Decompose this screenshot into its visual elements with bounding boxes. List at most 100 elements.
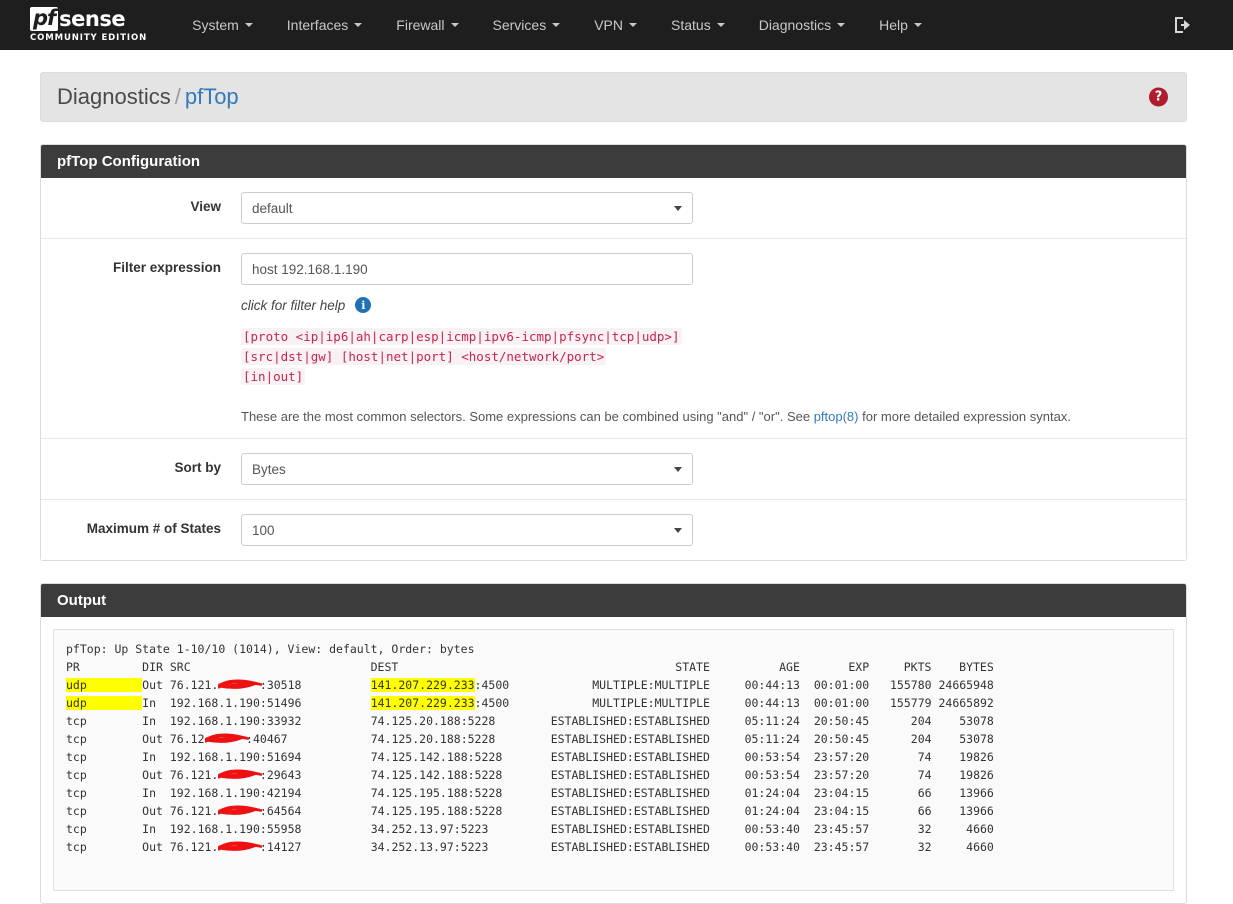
row-bytes: 19826 (931, 768, 994, 782)
logo-wordmark: pf sense (30, 6, 126, 32)
nav-item-system[interactable]: System (175, 0, 270, 50)
sort-by-label: Sort by (174, 460, 221, 475)
syntax-line-1: [proto <ip|ip6|ah|carp|esp|icmp|ipv6-icm… (241, 328, 682, 345)
row-bytes: 13966 (931, 804, 994, 818)
navbar-menu: System Interfaces Firewall Services VPN … (175, 0, 939, 50)
chevron-down-icon (552, 23, 561, 27)
row-source: 76.121. :64564 (169, 804, 302, 818)
view-select-value: default (252, 200, 293, 216)
filter-expression-row: Filter expression host 192.168.1.190 cli… (41, 239, 1186, 439)
max-states-row: Maximum # of States 100 (41, 500, 1186, 560)
syntax-line: [src|dst|gw] [host|net|port] <host/netwo… (241, 347, 1166, 367)
row-state: ESTABLISHED:ESTABLISHED (550, 840, 710, 854)
row-direction: Out (142, 768, 170, 782)
row-exp: 00:01:00 (799, 678, 870, 692)
output-row: udp Out 76.121. :30518 141.207.229.233:4… (66, 676, 1161, 694)
pftop-manpage-link[interactable]: pftop(8) (814, 409, 859, 424)
row-destination-ip: 34.252.13.97 (370, 822, 454, 836)
row-pkts: 204 (869, 732, 932, 746)
max-states-label: Maximum # of States (86, 521, 221, 536)
row-destination: 74.125.195.188:5228 (370, 804, 503, 818)
filter-expression-value: host 192.168.1.190 (252, 261, 368, 277)
pftop-configuration-panel: pfTop Configuration View default Filter … (40, 144, 1187, 561)
row-protocol: tcp (66, 768, 143, 782)
filter-expression-input[interactable]: host 192.168.1.190 (241, 253, 693, 285)
row-age: 01:24:04 (709, 804, 800, 818)
filter-note-suffix: for more detailed expression syntax. (858, 409, 1071, 424)
output-panel-body: pfTop: Up State 1-10/10 (1014), View: de… (41, 617, 1186, 903)
row-destination: 141.207.229.233:4500 (370, 678, 510, 692)
view-select[interactable]: default (241, 192, 693, 224)
output-row: tcp Out 76.121. :64564 74.125.195.188:52… (66, 802, 1161, 820)
row-age: 00:44:13 (709, 678, 800, 692)
row-state: ESTABLISHED:ESTABLISHED (550, 786, 710, 800)
row-destination-ip: 74.125.195.188 (370, 804, 468, 818)
nav-item-help[interactable]: Help (862, 0, 939, 50)
syntax-line-3: [in|out] (241, 368, 306, 385)
row-source: 192.168.1.190:55958 (169, 822, 302, 836)
breadcrumb-parent[interactable]: Diagnostics (57, 84, 171, 110)
nav-label-diagnostics: Diagnostics (758, 17, 832, 33)
chevron-down-icon (716, 23, 725, 27)
row-pkts: 155779 (869, 696, 932, 710)
nav-item-firewall[interactable]: Firewall (379, 0, 475, 50)
filter-expression-field: host 192.168.1.190 click for filter help… (241, 253, 1186, 424)
row-age: 00:44:13 (709, 696, 800, 710)
sort-by-select[interactable]: Bytes (241, 453, 693, 485)
row-destination-ip: 34.252.13.97 (370, 840, 454, 854)
row-source: 76.12 :40467 (169, 732, 288, 746)
row-bytes: 24665892 (931, 696, 994, 710)
redaction-mark (218, 676, 263, 694)
output-row: tcp In 192.168.1.190:42194 74.125.195.18… (66, 784, 1161, 802)
nav-item-services[interactable]: Services (476, 0, 578, 50)
row-protocol: tcp (66, 714, 143, 728)
filter-help-text[interactable]: click for filter help (241, 298, 345, 313)
row-bytes: 53078 (931, 714, 994, 728)
row-direction: In (142, 696, 170, 710)
logo-sense-text: sense (59, 6, 126, 31)
row-protocol: tcp (66, 822, 143, 836)
row-bytes: 53078 (931, 732, 994, 746)
nav-item-diagnostics[interactable]: Diagnostics (742, 0, 862, 50)
logo-pf-mark: pf (30, 7, 59, 32)
nav-item-status[interactable]: Status (654, 0, 742, 50)
filter-note-prefix: These are the most common selectors. Som… (241, 409, 814, 424)
logout-icon[interactable] (1173, 16, 1193, 34)
output-row: tcp In 192.168.1.190:51694 74.125.142.18… (66, 748, 1161, 766)
breadcrumb-separator: / (174, 84, 181, 109)
output-status-line: pfTop: Up State 1-10/10 (1014), View: de… (66, 642, 475, 656)
sort-by-select-value: Bytes (252, 461, 286, 477)
breadcrumb-current[interactable]: pfTop (185, 84, 239, 110)
row-source: 192.168.1.190:42194 (169, 786, 302, 800)
row-source: 192.168.1.190:33932 (169, 714, 302, 728)
output-panel-title: Output (41, 584, 1186, 617)
nav-item-interfaces[interactable]: Interfaces (270, 0, 379, 50)
row-protocol: tcp (66, 732, 143, 746)
row-destination-ip: 74.125.20.188 (370, 714, 461, 728)
view-label: View (190, 199, 221, 214)
row-destination-ip: 74.125.20.188 (370, 732, 461, 746)
max-states-select[interactable]: 100 (241, 514, 693, 546)
syntax-line-2: [src|dst|gw] [host|net|port] <host/netwo… (241, 348, 607, 365)
info-icon[interactable]: i (355, 297, 372, 313)
row-exp: 20:50:45 (799, 732, 870, 746)
chevron-down-icon (629, 23, 637, 27)
row-destination-ip: 74.125.142.188 (370, 750, 468, 764)
nav-item-vpn[interactable]: VPN (577, 0, 654, 50)
syntax-line: [in|out] (241, 367, 1166, 387)
row-exp: 23:57:20 (799, 768, 870, 782)
output-header-row: PR DIR SRC DEST STATE AGE EXP PKTS BYTES (66, 660, 994, 674)
chevron-down-icon (913, 23, 922, 27)
row-age: 01:24:04 (709, 786, 800, 800)
page-content: Diagnostics / pfTop ? pfTop Configuratio… (0, 50, 1233, 904)
pfsense-logo[interactable]: pf sense COMMUNITY EDITION (30, 7, 147, 43)
nav-label-services: Services (492, 17, 547, 33)
config-panel-title: pfTop Configuration (41, 145, 1186, 178)
row-destination: 74.125.142.188:5228 (370, 768, 503, 782)
row-bytes: 24665948 (931, 678, 994, 692)
help-icon[interactable]: ? (1149, 87, 1168, 107)
nav-label-interfaces: Interfaces (286, 17, 349, 33)
row-destination: 141.207.229.233:4500 (370, 696, 510, 710)
row-pkts: 66 (869, 804, 932, 818)
row-protocol: udp (66, 678, 143, 692)
